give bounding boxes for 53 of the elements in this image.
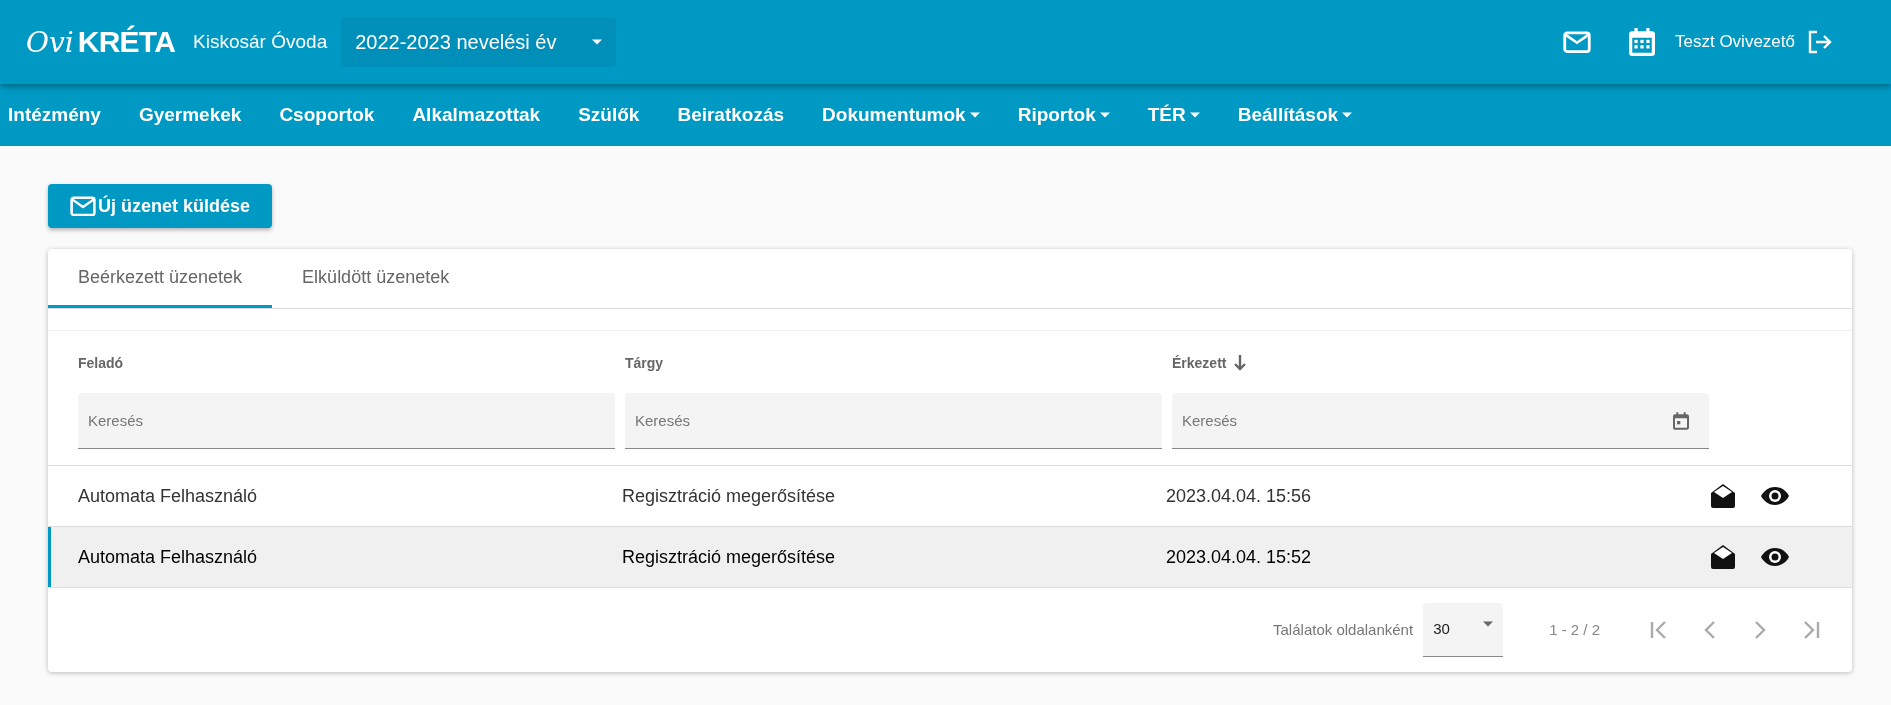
calendar-icon[interactable] [1673, 412, 1689, 430]
table-row[interactable]: Automata Felhasználó Regisztráció megerősítése 2023.04.04. 15:52 [48, 527, 1852, 588]
nav-item[interactable]: TÉR [1147, 100, 1200, 130]
logout-button[interactable] [1807, 30, 1833, 54]
eye-icon[interactable] [1760, 486, 1790, 506]
mail-button[interactable] [1563, 30, 1591, 54]
logo[interactable]: Ovi KRÉTA [26, 27, 176, 57]
open-envelope-icon[interactable] [1710, 544, 1736, 570]
nav-item[interactable]: Beiratkozás [677, 100, 785, 130]
calendar-button[interactable] [1629, 27, 1655, 57]
search-field[interactable]: Keresés [625, 393, 1162, 449]
caret-icon [1342, 112, 1353, 118]
table-row[interactable]: Automata Felhasználó Regisztráció megerősítése 2023.04.04. 15:56 [48, 466, 1852, 527]
column-header[interactable]: Feladó [78, 352, 124, 374]
caret-icon [592, 39, 603, 45]
table-cell-text: Automata Felhasználó [78, 545, 259, 569]
search-field[interactable]: Keresés [78, 393, 615, 449]
new-message-button[interactable]: Új üzenet küldése [48, 184, 273, 228]
tab[interactable]: Beérkezett üzenetek [48, 249, 273, 308]
arrow-down-icon[interactable] [1234, 355, 1247, 371]
nav-item[interactable]: Riportok [1017, 100, 1110, 130]
calendar-icon [1629, 27, 1655, 57]
nav-item[interactable]: Beállítások [1237, 100, 1353, 130]
search-field[interactable]: Keresés [1172, 393, 1709, 449]
per-page-label: Találatok oldalanként [1273, 619, 1414, 640]
logout-icon [1807, 30, 1833, 54]
eye-icon[interactable] [1760, 547, 1790, 567]
nav-item[interactable]: Szülők [578, 100, 640, 130]
tab[interactable]: Elküldött üzenetek [272, 249, 480, 308]
table-cell-text: Regisztráció megerősítése [622, 484, 837, 508]
mail-icon [1563, 30, 1591, 54]
open-envelope-icon[interactable] [1710, 483, 1736, 509]
page-range: 1 - 2 / 2 [1549, 619, 1600, 640]
institution-name: Kiskosár Óvoda [193, 29, 328, 54]
nav-item[interactable]: Alkalmazottak [412, 100, 541, 130]
caret-icon [969, 112, 980, 118]
caret-icon [1483, 620, 1494, 627]
mail-icon [70, 195, 96, 217]
nav-item[interactable]: Gyermekek [138, 100, 242, 130]
column-header[interactable]: Tárgy [625, 352, 664, 374]
caret-icon [1189, 112, 1200, 118]
year-select[interactable]: 2022-2023 nevelési év [341, 17, 617, 67]
user-name[interactable]: Teszt Ovivezető [1675, 29, 1795, 55]
nav-item[interactable]: Csoportok [279, 100, 375, 130]
table-cell-text: Automata Felhasználó [78, 484, 259, 508]
table-cell-text: Regisztráció megerősítése [622, 545, 837, 569]
caret-icon [1099, 112, 1110, 118]
nav-item[interactable]: Dokumentumok [822, 100, 980, 130]
per-page-select[interactable]: 30 [1423, 603, 1504, 657]
column-header[interactable]: Érkezett [1172, 352, 1247, 374]
table-cell-text: 2023.04.04. 15:52 [1166, 545, 1313, 569]
table-cell-text: 2023.04.04. 15:56 [1166, 484, 1313, 508]
nav-item[interactable]: Intézmény [8, 100, 101, 130]
